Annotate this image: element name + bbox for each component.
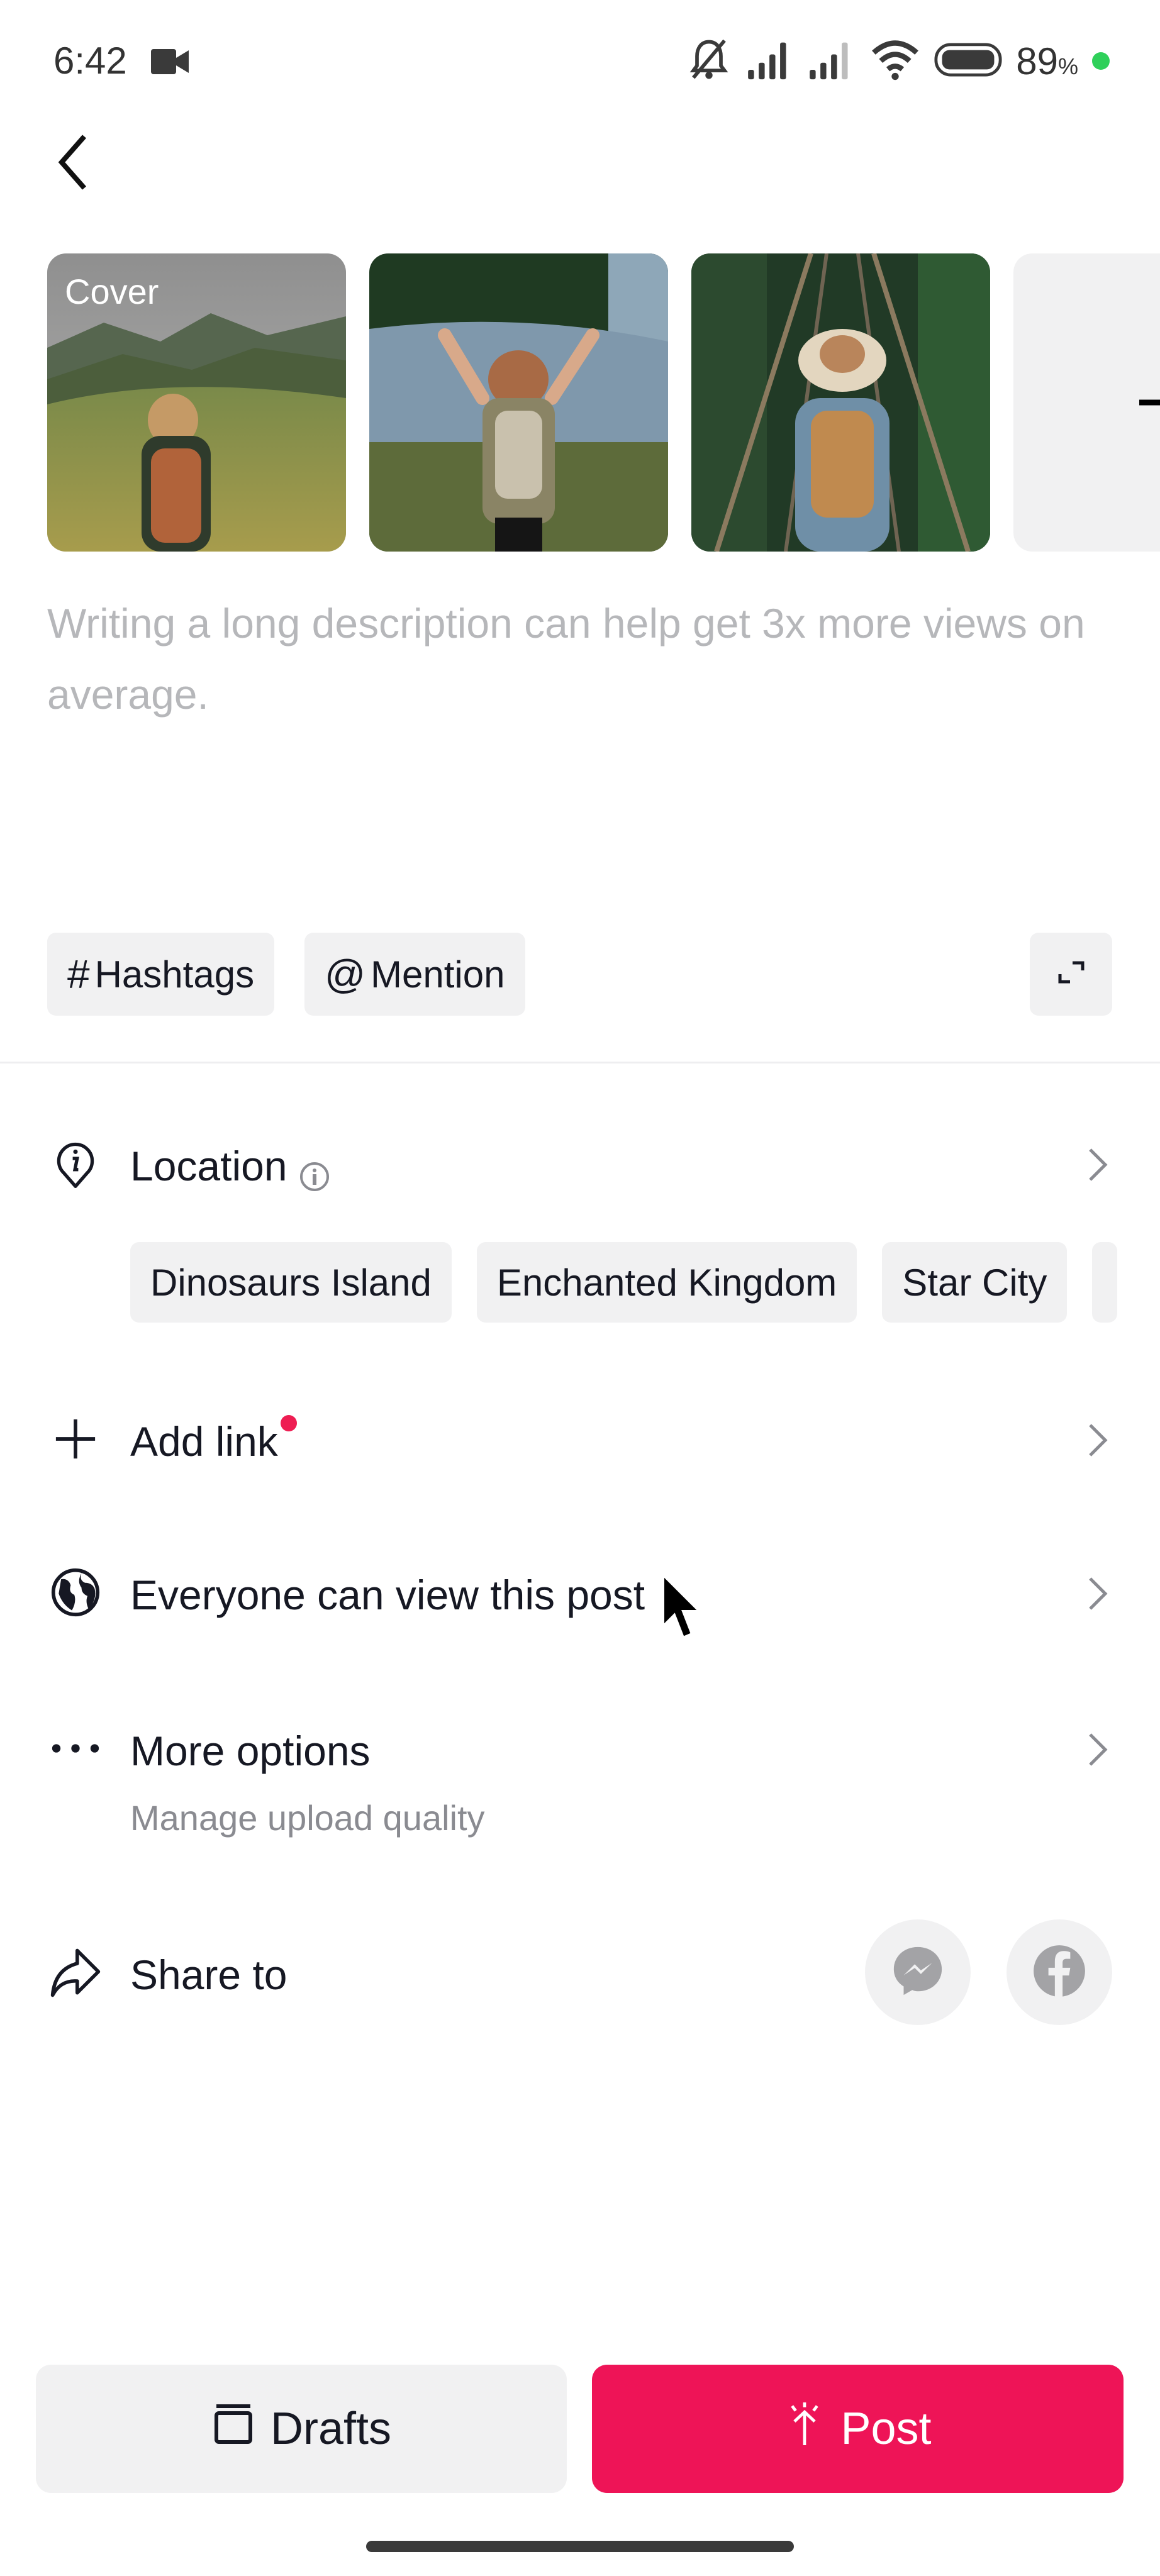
share-messenger-button[interactable] bbox=[865, 1919, 971, 2025]
post-button[interactable]: Post bbox=[592, 2365, 1124, 2493]
bridge-hiker-image bbox=[691, 253, 990, 552]
status-time: 6:42 bbox=[53, 40, 127, 82]
globe-icon bbox=[49, 1566, 102, 1619]
mute-bell-icon bbox=[685, 36, 733, 87]
description-input[interactable]: Writing a long description can help get … bbox=[47, 588, 1085, 730]
mention-label: Mention bbox=[371, 953, 505, 996]
more-options-subtitle: Manage upload quality bbox=[130, 1798, 485, 1838]
battery-percent: 89% bbox=[1016, 40, 1078, 83]
signal-icon bbox=[747, 39, 795, 84]
signal-weak-icon bbox=[808, 39, 856, 84]
add-media-button[interactable] bbox=[1013, 253, 1160, 552]
cover-label: Cover bbox=[65, 272, 159, 311]
post-label: Post bbox=[840, 2404, 932, 2454]
battery-percent-sign: % bbox=[1057, 53, 1078, 79]
share-facebook-button[interactable] bbox=[1007, 1919, 1112, 2025]
battery-icon bbox=[934, 42, 1002, 80]
section-divider bbox=[0, 1062, 1160, 1063]
more-options-row[interactable]: More options Manage upload quality bbox=[0, 1704, 1160, 1855]
battery-percent-value: 89 bbox=[1016, 40, 1058, 82]
home-indicator[interactable] bbox=[366, 2541, 794, 2552]
charging-dot bbox=[1092, 52, 1110, 70]
location-chip[interactable]: Star City bbox=[882, 1242, 1068, 1323]
add-link-label-wrap: Add link bbox=[130, 1415, 297, 1465]
add-link-row[interactable]: Add link bbox=[0, 1395, 1160, 1483]
mouse-cursor-icon bbox=[661, 1572, 705, 1641]
waterfall-hiker-image bbox=[369, 253, 668, 552]
back-button[interactable] bbox=[57, 132, 113, 195]
chevron-right-icon bbox=[1085, 1731, 1110, 1768]
drafts-label: Drafts bbox=[270, 2404, 392, 2454]
drafts-button[interactable]: Drafts bbox=[36, 2365, 567, 2493]
plus-icon bbox=[1136, 374, 1160, 431]
post-upload-icon bbox=[784, 2400, 825, 2458]
media-thumbnail-cover[interactable]: Cover bbox=[47, 253, 346, 552]
location-label: Location bbox=[130, 1143, 287, 1189]
location-row[interactable]: Location bbox=[0, 1119, 1160, 1208]
visibility-label: Everyone can view this post bbox=[130, 1572, 645, 1618]
add-link-label: Add link bbox=[130, 1418, 278, 1465]
expand-icon bbox=[1056, 960, 1086, 989]
location-chip-overflow[interactable] bbox=[1092, 1242, 1118, 1323]
facebook-icon bbox=[1030, 1942, 1088, 2003]
hashtags-label: Hashtags bbox=[94, 953, 255, 996]
expand-editor-button[interactable] bbox=[1030, 933, 1112, 1016]
chevron-right-icon bbox=[1085, 1421, 1110, 1459]
chevron-right-icon bbox=[1085, 1575, 1110, 1613]
status-icons: 89% bbox=[685, 39, 1110, 83]
share-row: Share to bbox=[0, 1928, 1160, 2016]
location-chip[interactable]: Dinosaurs Island bbox=[130, 1242, 452, 1323]
media-thumbnail[interactable] bbox=[691, 253, 990, 552]
visibility-row[interactable]: Everyone can view this post bbox=[0, 1548, 1160, 1636]
more-dots-icon bbox=[49, 1722, 102, 1775]
location-chip[interactable]: Enchanted Kingdom bbox=[476, 1242, 857, 1323]
mention-button[interactable]: @ Mention bbox=[304, 933, 525, 1016]
media-thumbnail[interactable] bbox=[369, 253, 668, 552]
video-record-icon bbox=[151, 48, 190, 75]
hashtags-button[interactable]: # Hashtags bbox=[47, 933, 275, 1016]
info-icon[interactable] bbox=[299, 1154, 330, 1191]
messenger-icon bbox=[890, 1943, 945, 2002]
wifi-icon bbox=[870, 37, 920, 86]
hashtag-icon: # bbox=[67, 952, 90, 997]
more-options-label: More options bbox=[130, 1728, 371, 1774]
media-strip: Cover bbox=[0, 253, 1160, 552]
plus-icon bbox=[49, 1413, 102, 1465]
drafts-icon bbox=[211, 2402, 255, 2457]
chevron-right-icon bbox=[1085, 1146, 1110, 1184]
new-badge-dot bbox=[280, 1415, 297, 1431]
at-icon: @ bbox=[325, 952, 366, 997]
composer-tools: # Hashtags @ Mention bbox=[47, 933, 525, 1016]
location-pin-icon bbox=[49, 1137, 102, 1190]
share-arrow-icon bbox=[49, 1946, 102, 1999]
location-label-wrap: Location bbox=[130, 1142, 330, 1191]
share-label: Share to bbox=[130, 1951, 287, 1998]
location-suggestions: Dinosaurs Island Enchanted Kingdom Star … bbox=[130, 1242, 1118, 1323]
chevron-left-icon bbox=[57, 134, 88, 194]
